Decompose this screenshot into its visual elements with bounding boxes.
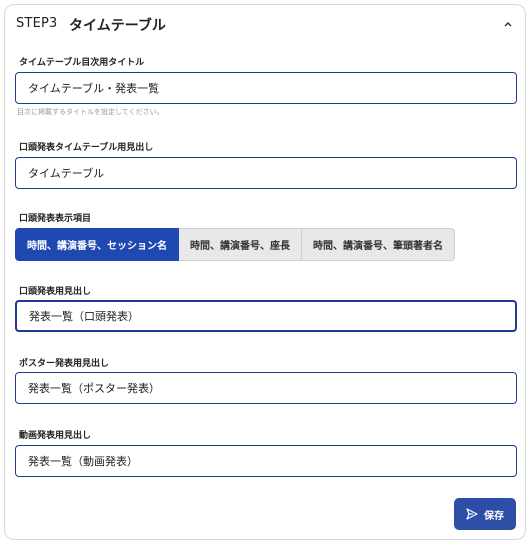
section-title: タイムテーブル xyxy=(69,18,166,34)
step3-card: STEP3 タイムテーブル タイムテーブル目次用タイトル タイムテーブル・発表一… xyxy=(4,4,526,540)
poster-heading-label: ポスター発表用見出し xyxy=(19,359,110,369)
option-session-name[interactable]: 時間、講演番号、セッション名 xyxy=(15,228,179,261)
oral-heading-label: 口頭発表用見出し xyxy=(19,287,92,297)
poster-heading-input[interactable]: 発表一覧（ポスター発表） xyxy=(15,372,517,404)
oral-timetable-heading-input[interactable]: タイムテーブル xyxy=(15,157,517,189)
save-button[interactable]: 保存 xyxy=(454,498,516,530)
oral-display-items-toggle: 時間、講演番号、セッション名 時間、講演番号、座長 時間、講演番号、筆頭著者名 xyxy=(15,228,455,261)
oral-timetable-heading-label: 口頭発表タイムテーブル用見出し xyxy=(19,143,154,153)
step-label: STEP3 xyxy=(16,16,58,31)
option-first-author[interactable]: 時間、講演番号、筆頭著者名 xyxy=(302,228,455,261)
video-heading-label: 動画発表用見出し xyxy=(19,431,92,441)
timetable-title-input[interactable]: タイムテーブル・発表一覧 xyxy=(15,72,517,104)
option-chair[interactable]: 時間、講演番号、座長 xyxy=(179,228,302,261)
timetable-title-hint: 目次に掲載するタイトルを設定してください。 xyxy=(17,108,164,116)
timetable-title-label: タイムテーブル目次用タイトル xyxy=(19,58,145,68)
send-icon xyxy=(466,508,478,520)
chevron-up-icon[interactable] xyxy=(503,19,513,29)
oral-display-items-label: 口頭発表表示項目 xyxy=(19,214,92,224)
oral-heading-input[interactable]: 発表一覧（口頭発表） xyxy=(15,300,517,332)
video-heading-input[interactable]: 発表一覧（動画発表） xyxy=(15,445,517,477)
card-header[interactable]: STEP3 タイムテーブル xyxy=(5,5,525,45)
save-label: 保存 xyxy=(484,510,504,522)
